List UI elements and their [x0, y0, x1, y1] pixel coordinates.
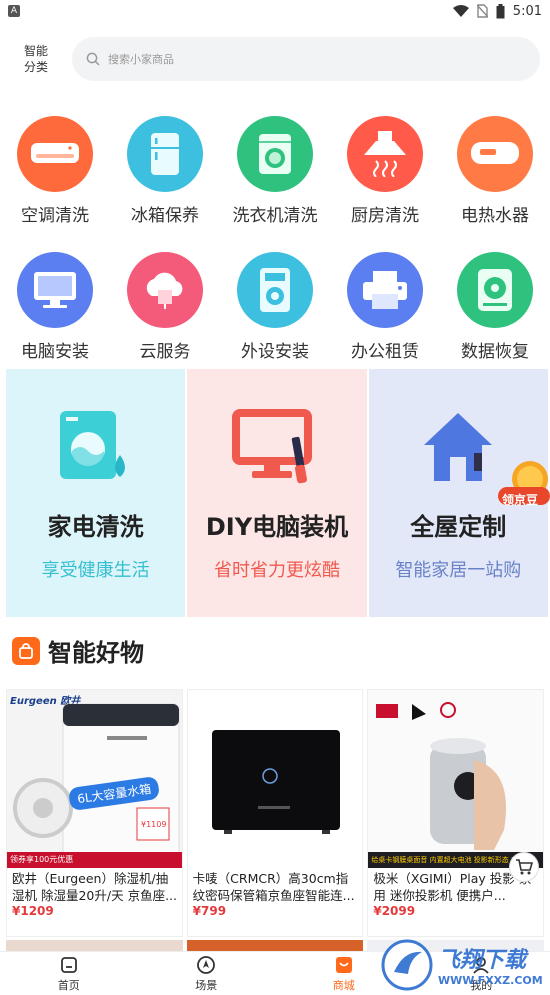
tab-label: 场景 [195, 978, 218, 992]
tab-scene[interactable]: 场景 [138, 952, 276, 995]
product-price: ¥799 [192, 904, 227, 918]
tab-label: 首页 [57, 978, 80, 992]
service-label: 冰箱保养 [131, 206, 199, 226]
service-label: 外设安装 [241, 342, 309, 362]
header: 智能 分类 [0, 22, 550, 96]
air-conditioner-icon [17, 116, 93, 192]
product-tag-price: ¥1109 [141, 820, 167, 829]
pc-build-icon [231, 409, 312, 484]
status-bar: A 5:01 [0, 0, 550, 22]
service-label: 洗衣机清洗 [232, 206, 318, 226]
store-icon [335, 956, 352, 973]
wifi-icon [452, 5, 469, 17]
product-card[interactable]: 卡唛（CRMCR）高30cm指纹密码保管箱京鱼座智能连... ¥799 [186, 689, 364, 937]
fridge-icon [127, 116, 203, 192]
service-computer-installation[interactable]: 电脑安装 [0, 252, 110, 362]
section-header: 智能好物 [12, 633, 144, 668]
watermark-logo-icon [381, 939, 433, 990]
product-image-safe-box [187, 690, 363, 868]
water-heater-icon [457, 116, 533, 192]
product-price: ¥1209 [12, 904, 54, 918]
shopping-bag-icon [12, 636, 40, 665]
product-name: 欧井（Eurgeen）除湿机/抽湿机 除湿量20升/天 京鱼座... [12, 871, 177, 903]
house-icon [424, 413, 493, 481]
service-grid-row-2: 电脑安装 云服务 外设安装 办公租赁 数据恢复 [0, 252, 550, 362]
service-grid-row-1: 空调清洗 冰箱保养 洗衣机清洗 厨房清洗 电热水器 [0, 116, 550, 226]
product-card[interactable]: 给桌卡钢膜桌面音 内置超大电池 投影新形态 720P 极米（XGIMI）Play… [367, 689, 545, 937]
tab-label: 商城 [332, 978, 355, 992]
service-label: 数据恢复 [461, 342, 529, 362]
service-washing-machine-cleaning[interactable]: 洗衣机清洗 [220, 116, 330, 226]
feature-subtitle: 省时省力更炫酷 [213, 560, 340, 581]
add-to-cart-button[interactable] [509, 852, 540, 882]
service-cloud[interactable]: 云服务 [110, 252, 220, 362]
tab-home[interactable]: 首页 [0, 952, 138, 995]
product-image-dehumidifier: Eurgeen 欧井 6L大容量水箱 ¥1109 领券享100元优惠 [7, 690, 182, 868]
service-label: 电热水器 [461, 206, 529, 226]
search-icon [86, 52, 100, 66]
clock: 5:01 [512, 3, 542, 19]
range-hood-icon [347, 116, 423, 192]
watermark-title: 飞翔下载 [438, 948, 527, 973]
feature-title: 家电清洗 [47, 513, 144, 541]
service-air-conditioner-cleaning[interactable]: 空调清洗 [0, 116, 110, 226]
search-bar[interactable] [72, 37, 540, 81]
service-water-heater[interactable]: 电热水器 [440, 116, 550, 226]
scene-icon [197, 955, 216, 974]
printer-icon [347, 252, 423, 328]
cloud-icon [127, 252, 203, 328]
service-peripheral-installation[interactable]: 外设安装 [220, 252, 330, 362]
section-title: 智能好物 [48, 639, 144, 667]
product-feature-strip: 给桌卡钢膜桌面音 内置超大电池 投影新形态 720P [371, 856, 529, 864]
battery-icon [496, 3, 505, 18]
service-label: 云服务 [139, 342, 191, 362]
watermark-url: WWW.FXXZ.COM [438, 974, 543, 987]
home-icon [60, 956, 77, 973]
search-input[interactable] [108, 52, 517, 66]
service-fridge-maintenance[interactable]: 冰箱保养 [110, 116, 220, 226]
monitor-icon [17, 252, 93, 328]
smart-category-label: 智能 分类 [23, 44, 48, 74]
feature-banners: 家电清洗 享受健康生活 DIY电脑装机 省时省力更炫酷 全屋定制 智能家居一站购 [0, 369, 550, 617]
service-office-rental[interactable]: 办公租赁 [330, 252, 440, 362]
peripheral-icon [237, 252, 313, 328]
feature-title: DIY电脑装机 [205, 513, 349, 541]
service-label: 厨房清洗 [351, 206, 419, 226]
jd-bean-promo-badge[interactable]: 领京豆 [497, 457, 550, 509]
site-watermark: 飞翔下载 WWW.FXXZ.COM [380, 934, 550, 995]
feature-whole-house-custom[interactable]: 全屋定制 智能家居一站购 领京豆 [368, 369, 550, 617]
product-price: ¥2099 [373, 904, 416, 918]
feature-diy-pc[interactable]: DIY电脑装机 省时省力更炫酷 [187, 369, 367, 617]
promo-badge-label: 领京豆 [501, 493, 538, 507]
feature-title: 全屋定制 [410, 513, 507, 541]
service-data-recovery[interactable]: 数据恢复 [440, 252, 550, 362]
service-label: 空调清洗 [21, 206, 89, 226]
smart-category-button[interactable]: 智能 分类 [18, 43, 54, 75]
product-list: Eurgeen 欧井 6L大容量水箱 ¥1109 领券享100元优惠 欧井（Eu… [0, 689, 550, 937]
feature-appliance-cleaning[interactable]: 家电清洗 享受健康生活 [6, 369, 186, 617]
washing-machine-icon [237, 116, 313, 192]
product-name: 卡唛（CRMCR）高30cm指纹密码保管箱京鱼座智能连... [192, 871, 355, 903]
no-sim-icon [476, 4, 488, 18]
service-kitchen-cleaning[interactable]: 厨房清洗 [330, 116, 440, 226]
product-coupon-strip: 领券享100元优惠 [10, 855, 74, 864]
service-label: 电脑安装 [21, 342, 89, 362]
feature-subtitle: 智能家居一站购 [395, 560, 522, 581]
product-image-projector: 给桌卡钢膜桌面音 内置超大电池 投影新形态 720P [368, 690, 544, 868]
service-label: 办公租赁 [351, 342, 419, 362]
app-notification-icon: A [8, 5, 20, 17]
washer-drop-icon [59, 411, 125, 479]
cart-icon [516, 859, 534, 875]
disk-icon [457, 252, 533, 328]
feature-subtitle: 享受健康生活 [41, 560, 150, 581]
product-card[interactable]: Eurgeen 欧井 6L大容量水箱 ¥1109 领券享100元优惠 欧井（Eu… [6, 689, 183, 937]
